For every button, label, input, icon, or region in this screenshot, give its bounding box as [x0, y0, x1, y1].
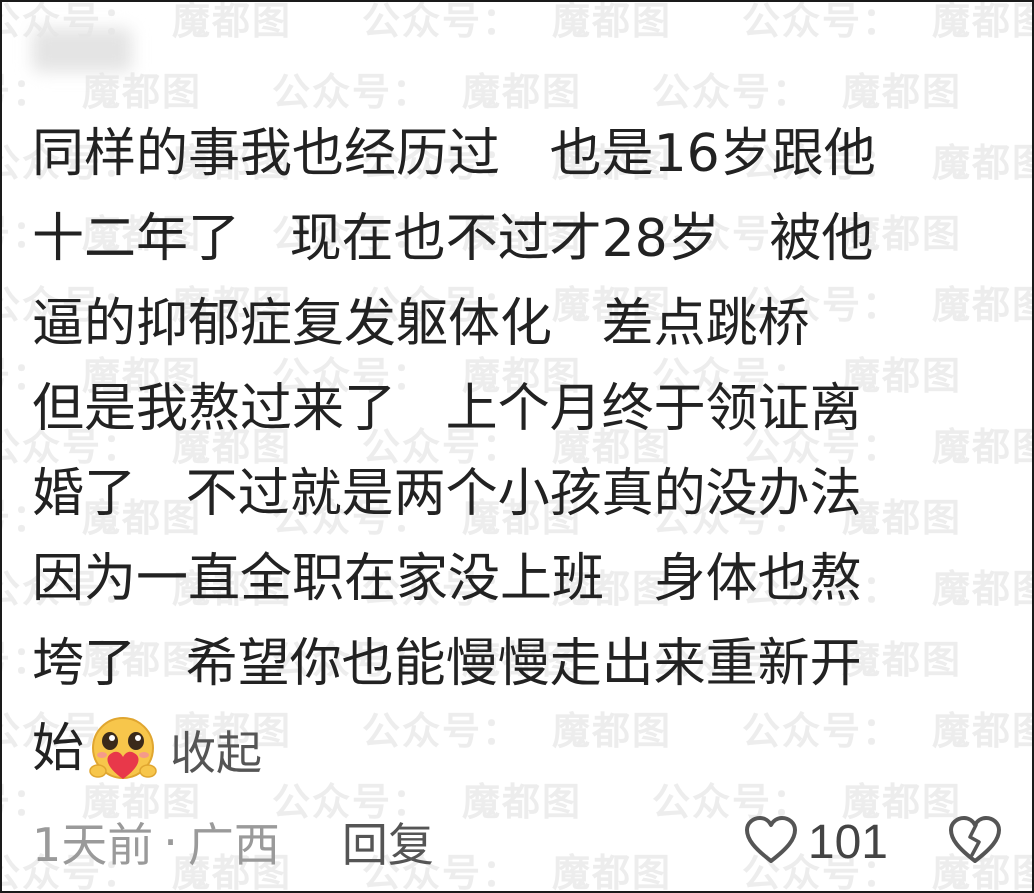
blurred-username: [32, 28, 132, 72]
like-count: 101: [807, 815, 888, 869]
comment-line: 婚了 不过就是两个小孩真的没办法: [32, 464, 862, 524]
watermark-text: 魔都图: [552, 0, 673, 43]
comment-last-line: 始 收起: [32, 707, 992, 792]
reply-button[interactable]: 回复: [342, 809, 434, 875]
comment-footer: 1天前 · 广西 回复 101: [32, 802, 1002, 882]
watermark-row: 公众号：魔都图公众号：魔都图公众号：魔都图公众号：: [2, 61, 1032, 116]
collapse-link[interactable]: 收起: [170, 717, 262, 783]
watermark-row: 公众号：魔都图公众号：魔都图公众号：魔都图公众号：: [2, 0, 1032, 45]
watermark-text: 魔都图: [932, 0, 1032, 43]
comment-line: 但是我熬过来了 上个月终于领证离: [32, 379, 862, 439]
watermark-text: 公众号：: [742, 0, 903, 43]
comment-location: 广西: [187, 818, 280, 872]
dislike-button[interactable]: [948, 815, 1002, 869]
comment-card: 公众号：魔都图公众号：魔都图公众号：魔都图公众号：公众号：魔都图公众号：魔都图公…: [0, 0, 1034, 893]
comment-line: 垮了 希望你也能慢慢走出来重新开: [32, 634, 862, 694]
like-button[interactable]: 101: [744, 815, 888, 870]
comment-body: 同样的事我也经历过 也是16岁跟他 十二年了 现在也不过才28岁 被他 逼的抑郁…: [32, 112, 992, 792]
watermark-text: 公众号：: [652, 70, 813, 114]
meta-separator: ·: [163, 815, 178, 869]
comment-last-text: 始: [32, 719, 85, 779]
watermark-text: 魔都图: [172, 0, 293, 43]
comment-line: 同样的事我也经历过 也是16岁跟他: [32, 124, 876, 184]
watermark-text: 公众号：: [362, 0, 523, 43]
watermark-text: 魔都图: [462, 70, 583, 114]
comment-line: 逼的抑郁症复发躯体化 差点跳桥: [32, 294, 810, 354]
broken-heart-icon: [948, 816, 1002, 869]
comment-line: 因为一直全职在家没上班 身体也熬: [32, 549, 862, 609]
comment-line: 十二年了 现在也不过才28岁 被他: [32, 209, 874, 269]
watermark-text: 魔都图: [842, 70, 963, 114]
heart-face-emoji-icon: [86, 713, 160, 787]
heart-outline-icon: [744, 815, 798, 869]
watermark-text: 公众号：: [272, 70, 433, 114]
comment-time: 1天前: [32, 818, 154, 872]
